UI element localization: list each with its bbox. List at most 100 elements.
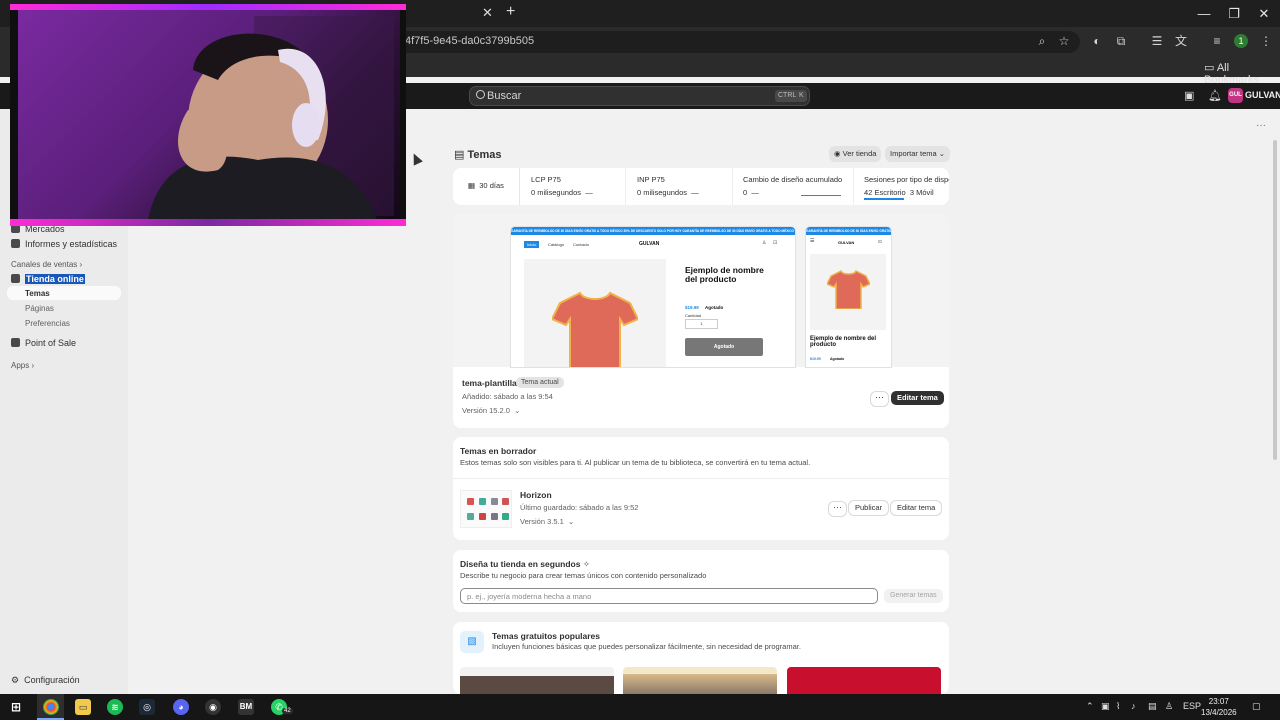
- design-title-text: Diseña tu tienda en segundos: [460, 559, 581, 569]
- sidebar-item-settings[interactable]: ⚙ Configuración: [11, 675, 80, 686]
- search-icon: [476, 90, 485, 99]
- spotify-icon[interactable]: ≋: [107, 699, 123, 715]
- desktop-count: 42: [864, 188, 873, 197]
- sidebar-item-preferences[interactable]: Preferencias: [25, 319, 70, 328]
- theme-icon: ▧: [460, 631, 484, 653]
- horizon-thumbnail[interactable]: [460, 490, 512, 528]
- translate-icon[interactable]: 文: [1173, 33, 1189, 49]
- obs-icon[interactable]: ◉: [205, 699, 221, 715]
- import-theme-button[interactable]: Importar tema ⌄: [885, 146, 951, 162]
- business-description-input[interactable]: p. ej., joyería moderna hecha a mano: [460, 588, 878, 604]
- design-title: Diseña tu tienda en segundos ✧: [460, 559, 590, 570]
- calendar-icon: ▦: [468, 181, 476, 190]
- minimize-icon[interactable]: —: [1194, 6, 1214, 21]
- clock[interactable]: 23:07 13/4/2026: [1201, 696, 1237, 718]
- menu-icon[interactable]: ⋮: [1258, 33, 1274, 49]
- mini-shirt-icon: [502, 498, 509, 505]
- webcam-overlay: [10, 4, 406, 226]
- store-name[interactable]: GULVAN: [1245, 90, 1280, 100]
- draft-saved-date: Último guardado: sábado a las 9:52: [520, 503, 639, 512]
- nav-home: Inicio: [524, 241, 540, 248]
- sidebar-item-label: Informes y estadísticas: [25, 239, 118, 249]
- scrollbar[interactable]: [1273, 140, 1277, 460]
- metric-lcp[interactable]: LCP P75 0 milisegundos —: [520, 168, 626, 205]
- url-field[interactable]: 4f7f5-9e45-da0c3799b505: [395, 31, 1080, 53]
- metric-title: LCP P75: [531, 175, 561, 184]
- tab-close-icon[interactable]: ✕: [482, 5, 493, 21]
- product-image: [524, 259, 666, 367]
- sales-channels-heading[interactable]: Canales de ventas ›: [11, 260, 82, 269]
- page-title: ▤ Temas: [454, 149, 502, 161]
- metric-trend: —: [691, 188, 699, 197]
- notification-bell-icon[interactable]: 🔔︎: [1208, 89, 1222, 102]
- search-placeholder: Buscar: [487, 90, 522, 102]
- extension-icon[interactable]: ◐: [1089, 33, 1105, 49]
- date-range-label: 30 días: [479, 181, 504, 190]
- battery-icon[interactable]: ▤: [1148, 701, 1157, 712]
- sessions-bar: [864, 198, 904, 200]
- chrome-icon[interactable]: [43, 699, 59, 715]
- sidebar-item-pages[interactable]: Páginas: [25, 304, 54, 313]
- draft-version-dropdown[interactable]: Versión 3.5.1 ⌄: [520, 517, 574, 526]
- sidebar-item-pos[interactable]: Point of Sale: [11, 338, 76, 348]
- media-icon[interactable]: ≡: [1209, 33, 1225, 49]
- sidebar-item-reports[interactable]: Informes y estadísticas: [11, 239, 117, 249]
- app-icon[interactable]: BM: [238, 699, 254, 715]
- edit-theme-button[interactable]: Editar tema: [891, 391, 944, 405]
- theme-card-3[interactable]: [787, 667, 941, 694]
- file-explorer-icon[interactable]: ▭: [75, 699, 91, 715]
- date-range-button[interactable]: ▦ 30 días: [453, 168, 520, 205]
- theme-more-button[interactable]: ···: [871, 392, 888, 406]
- bookmark-star-icon[interactable]: ☆: [1056, 33, 1072, 49]
- theme-card-2[interactable]: [623, 667, 777, 694]
- new-tab-icon[interactable]: +: [506, 3, 515, 21]
- webcam-feed: [18, 10, 400, 222]
- mini-shirt-icon: [491, 513, 498, 520]
- clock-date: 13/4/2026: [1201, 708, 1237, 717]
- sidebar-item-themes[interactable]: Temas: [25, 289, 50, 298]
- current-theme-name: tema-plantilla: [462, 378, 517, 388]
- search-input[interactable]: Buscar CTRL K: [469, 86, 810, 106]
- theme-card-1[interactable]: [460, 667, 614, 694]
- mobile-announcement-bar: GARANTÍA DE REEMBOLSO DE 30 DÍAS ENVÍO G…: [806, 227, 891, 235]
- view-store-button[interactable]: ◉ Ver tienda: [829, 146, 882, 162]
- metric-cls[interactable]: Cambio de diseño acumulado 0 —: [733, 168, 854, 205]
- discord-icon[interactable]: ◕: [173, 699, 189, 715]
- quantity-value: 1: [700, 321, 703, 326]
- publish-button[interactable]: Publicar: [849, 501, 889, 515]
- whatsapp-badge: 42: [282, 708, 293, 714]
- microphone-icon[interactable]: ♙: [1165, 701, 1173, 712]
- vpn-icon[interactable]: ☰: [1149, 33, 1165, 49]
- puzzle-icon[interactable]: ⧉: [1113, 33, 1129, 49]
- preview-brand: GULVAN: [639, 241, 660, 247]
- page-options-icon[interactable]: ···: [1256, 120, 1266, 131]
- zoom-icon[interactable]: ⌕: [1034, 33, 1050, 49]
- generate-themes-button[interactable]: Generar temas: [884, 589, 943, 603]
- store-avatar[interactable]: GUL: [1228, 88, 1243, 103]
- steam-icon[interactable]: ◎: [139, 699, 155, 715]
- metric-sessions[interactable]: Sesiones por tipo de dispo 42 Escritorio…: [854, 168, 949, 205]
- profile-avatar[interactable]: 1: [1234, 34, 1248, 48]
- close-window-icon[interactable]: ✕: [1254, 6, 1274, 22]
- nav-contact: Contacto: [573, 242, 590, 247]
- nav-catalog: Catálogo: [548, 242, 565, 247]
- theme-version-dropdown[interactable]: Versión 15.2.0 ⌄: [462, 406, 520, 415]
- draft-more-button[interactable]: ···: [829, 502, 846, 516]
- apps-heading[interactable]: Apps ›: [11, 361, 34, 370]
- metrics-bar: ▦ 30 días LCP P75 0 milisegundos — INP P…: [453, 168, 949, 205]
- metric-inp[interactable]: INP P75 0 milisegundos —: [626, 168, 733, 205]
- announcement-bar: GARANTÍA DE REEMBOLSO DE 30 DÍAS ENVÍO G…: [511, 227, 795, 235]
- notifications-icon[interactable]: ▢: [1252, 701, 1261, 712]
- language-indicator[interactable]: ESP: [1183, 701, 1201, 711]
- windows-start-icon[interactable]: ⊞: [8, 699, 24, 715]
- sales-channels-label: Canales de ventas: [11, 260, 78, 269]
- volume-icon[interactable]: ♪: [1131, 701, 1136, 711]
- restore-icon[interactable]: ❐: [1224, 6, 1244, 22]
- network-icon[interactable]: ⌇: [1116, 701, 1120, 712]
- inbox-icon[interactable]: ▣: [1184, 89, 1194, 102]
- draft-edit-theme-button[interactable]: Editar tema: [891, 501, 942, 515]
- input-placeholder: p. ej., joyería moderna hecha a mano: [467, 592, 592, 601]
- tray-expand-icon[interactable]: ⌃: [1086, 701, 1094, 712]
- sidebar-item-online-store[interactable]: Tienda online: [11, 274, 85, 284]
- tray-icon[interactable]: ▣: [1101, 701, 1110, 712]
